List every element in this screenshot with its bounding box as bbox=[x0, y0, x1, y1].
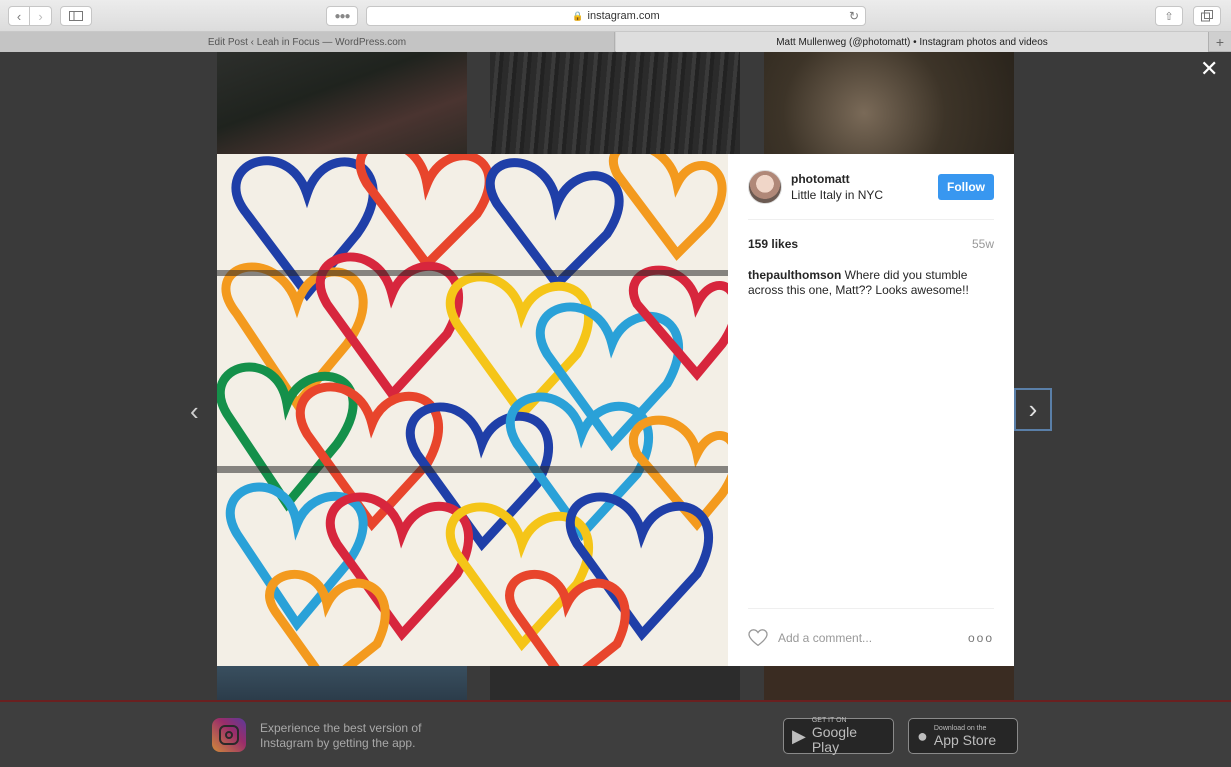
close-icon[interactable]: ✕ bbox=[1200, 58, 1218, 80]
app-banner: Experience the best version of Instagram… bbox=[0, 700, 1231, 767]
tab-label: Matt Mullenweg (@photomatt) • Instagram … bbox=[776, 36, 1048, 48]
comment-bar: Add a comment... ooo bbox=[748, 608, 994, 666]
comment: thepaulthomson Where did you stumble acr… bbox=[748, 268, 994, 298]
post-age[interactable]: 55w bbox=[972, 237, 994, 251]
chevron-left-icon: ‹ bbox=[16, 8, 22, 24]
post-sidepanel: photomatt Little Italy in NYC Follow 159… bbox=[728, 154, 1014, 666]
graffiti-hearts-image bbox=[217, 154, 728, 666]
post-photo[interactable] bbox=[217, 154, 728, 666]
app-store-button[interactable]: ● Download on the App Store bbox=[908, 718, 1018, 754]
back-button[interactable]: ‹ bbox=[8, 6, 30, 26]
banner-text: Experience the best version of Instagram… bbox=[260, 721, 422, 750]
browser-toolbar: ‹ › ●●● 🔒 instagram.com ↻ ⇧ bbox=[0, 0, 1231, 32]
grid-thumbnail[interactable] bbox=[217, 664, 467, 704]
post-stats: 159 likes 55w bbox=[748, 237, 994, 251]
share-button[interactable]: ⇧ bbox=[1155, 6, 1183, 26]
avatar[interactable] bbox=[748, 169, 782, 204]
page-backdrop: ✕ ‹ › photomatt Little Italy in NYC Foll… bbox=[0, 52, 1231, 767]
grid-thumbnail[interactable] bbox=[490, 52, 740, 154]
reader-icon: ●●● bbox=[334, 10, 350, 22]
new-tab-button[interactable]: + bbox=[1208, 32, 1231, 52]
location-link[interactable]: Little Italy in NYC bbox=[791, 188, 938, 202]
tab-label: Edit Post ‹ Leah in Focus — WordPress.co… bbox=[207, 36, 407, 48]
heart-icon[interactable] bbox=[748, 628, 768, 647]
likes-count[interactable]: 159 likes bbox=[748, 237, 798, 251]
chevron-left-icon[interactable]: ‹ bbox=[190, 396, 199, 427]
nav-group: ‹ › bbox=[8, 6, 52, 26]
google-play-label: Google Play bbox=[811, 724, 857, 755]
tab-bar: Edit Post ‹ Leah in Focus — WordPress.co… bbox=[0, 32, 1231, 52]
tab-instagram[interactable]: Matt Mullenweg (@photomatt) • Instagram … bbox=[616, 32, 1208, 52]
sidebar-button[interactable] bbox=[60, 6, 92, 26]
plus-icon: + bbox=[1215, 34, 1225, 50]
comment-author[interactable]: thepaulthomson bbox=[748, 268, 841, 282]
apple-icon: ● bbox=[917, 725, 928, 746]
more-options-icon[interactable]: ooo bbox=[968, 631, 994, 645]
tab-wordpress[interactable]: Edit Post ‹ Leah in Focus — WordPress.co… bbox=[0, 32, 615, 52]
chevron-right-icon: › bbox=[38, 8, 43, 24]
grid-thumbnail[interactable] bbox=[490, 664, 740, 704]
reload-icon[interactable]: ↻ bbox=[849, 9, 859, 23]
chevron-right-icon: › bbox=[1028, 394, 1038, 424]
reader-button[interactable]: ●●● bbox=[326, 6, 358, 26]
share-icon: ⇧ bbox=[1164, 10, 1174, 23]
grid-thumbnail[interactable] bbox=[764, 52, 1014, 154]
next-post-button[interactable]: › bbox=[1014, 388, 1052, 431]
username-link[interactable]: photomatt bbox=[791, 172, 938, 186]
google-play-button[interactable]: ▶ GET IT ON Google Play bbox=[783, 717, 894, 755]
google-play-icon: ▶ bbox=[792, 725, 806, 746]
sidebar-icon bbox=[69, 11, 83, 21]
tabs-button[interactable] bbox=[1193, 6, 1221, 26]
add-comment-input[interactable]: Add a comment... bbox=[778, 631, 968, 645]
instagram-logo-icon bbox=[212, 718, 246, 752]
follow-button[interactable]: Follow bbox=[938, 173, 994, 200]
user-meta: photomatt Little Italy in NYC bbox=[791, 172, 938, 202]
grid-thumbnail[interactable] bbox=[217, 52, 467, 154]
post-header: photomatt Little Italy in NYC Follow bbox=[748, 154, 994, 220]
post-modal: photomatt Little Italy in NYC Follow 159… bbox=[217, 154, 1014, 666]
app-store-label: App Store bbox=[933, 731, 997, 748]
lock-icon: 🔒 bbox=[572, 10, 584, 21]
forward-button[interactable]: › bbox=[30, 6, 52, 26]
address-text: instagram.com bbox=[587, 10, 660, 22]
grid-thumbnail[interactable] bbox=[764, 664, 1014, 704]
tabs-icon bbox=[1201, 10, 1213, 22]
address-bar[interactable]: 🔒 instagram.com ↻ bbox=[366, 6, 866, 26]
